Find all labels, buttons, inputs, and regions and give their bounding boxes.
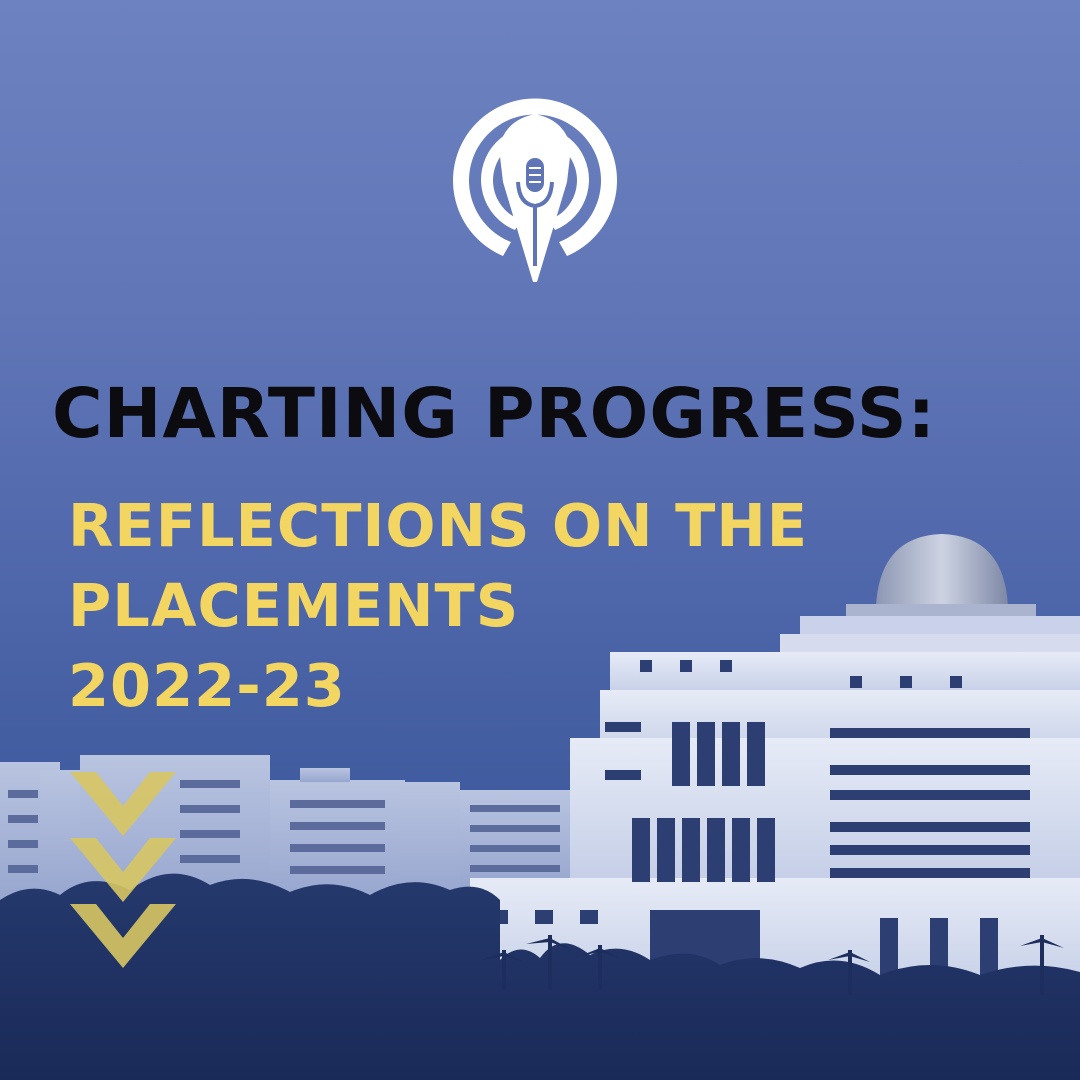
chevron-down-icon xyxy=(70,772,176,968)
poster: CHARTING PROGRESS: REFLECTIONS ON THE PL… xyxy=(0,0,1080,1080)
pen-nib-microphone-logo xyxy=(453,98,617,282)
subheadline: REFLECTIONS ON THE PLACEMENTS 2022-23 xyxy=(68,486,808,726)
subheadline-line-3: 2022-23 xyxy=(68,651,346,720)
subheadline-line-2: PLACEMENTS xyxy=(68,571,520,640)
headline: CHARTING PROGRESS: xyxy=(52,374,937,454)
subheadline-line-1: REFLECTIONS ON THE xyxy=(68,491,809,560)
